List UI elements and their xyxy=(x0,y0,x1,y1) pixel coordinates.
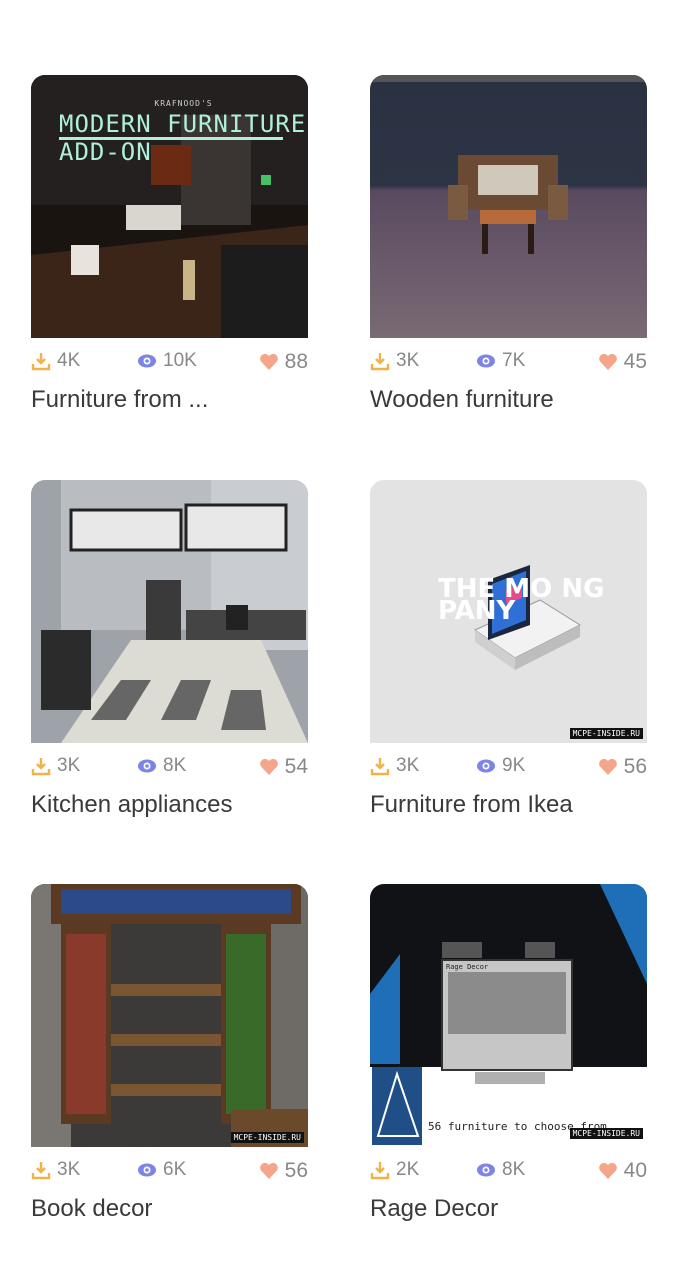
addon-title[interactable]: Furniture from Ikea xyxy=(370,791,647,819)
thumbnail[interactable] xyxy=(370,75,647,338)
likes-stat[interactable]: 54 xyxy=(259,755,308,779)
views-count: 8K xyxy=(502,1159,526,1180)
heart-icon[interactable] xyxy=(598,352,618,372)
likes-stat[interactable]: 45 xyxy=(598,350,647,374)
thumbnail-image xyxy=(31,480,308,743)
views-count: 6K xyxy=(163,1159,187,1180)
thumbnail-image xyxy=(370,884,647,1147)
downloads-stat: 2K xyxy=(370,1159,419,1181)
downloads-count: 3K xyxy=(396,350,420,371)
watermark: MCPE-INSIDE.RU xyxy=(569,1128,643,1139)
heart-icon[interactable] xyxy=(598,1161,618,1181)
views-count: 10K xyxy=(163,350,197,371)
watermark: MCPE-INSIDE.RU xyxy=(230,1132,304,1143)
views-stat: 8K xyxy=(137,755,186,777)
download-icon xyxy=(370,758,390,776)
watermark: MCPE-INSIDE.RU xyxy=(569,728,643,739)
stats-row: 3K 7K 45 xyxy=(370,338,647,378)
views-stat: 9K xyxy=(476,755,525,777)
downloads-count: 3K xyxy=(57,755,81,776)
thumbnail-brand: THE MO NG PANY xyxy=(438,574,605,626)
addon-card[interactable]: KRAFNOOD'S MODERN FURNITURE ADD-ON 4K 10… xyxy=(31,75,308,414)
addon-card[interactable]: 3K 8K 54 Kitchen appliances xyxy=(31,480,308,819)
eye-icon xyxy=(477,759,495,773)
thumbnail[interactable]: THE MO NG PANY MCPE-INSIDE.RU xyxy=(370,480,647,743)
addon-title[interactable]: Book decor xyxy=(31,1195,308,1223)
stats-row: 3K 9K 56 xyxy=(370,743,647,783)
likes-count: 56 xyxy=(623,755,647,778)
likes-count: 88 xyxy=(284,350,308,373)
eye-icon xyxy=(477,354,495,368)
likes-count: 54 xyxy=(284,755,308,778)
eye-icon xyxy=(138,354,156,368)
downloads-count: 2K xyxy=(396,1159,420,1180)
addon-title[interactable]: Furniture from ... xyxy=(31,386,308,414)
heart-icon[interactable] xyxy=(259,757,279,777)
likes-stat[interactable]: 40 xyxy=(598,1159,647,1183)
likes-count: 45 xyxy=(623,350,647,373)
download-icon xyxy=(31,758,51,776)
downloads-stat: 3K xyxy=(31,1159,80,1181)
stats-row: 2K 8K 40 xyxy=(370,1147,647,1187)
download-icon xyxy=(370,1162,390,1180)
likes-stat[interactable]: 56 xyxy=(259,1159,308,1183)
stats-row: 4K 10K 88 xyxy=(31,338,308,378)
downloads-count: 3K xyxy=(57,1159,81,1180)
addon-card[interactable]: THE MO NG PANY MCPE-INSIDE.RU 3K 9K 56 F… xyxy=(370,480,647,819)
thumbnail[interactable] xyxy=(31,480,308,743)
thumbnail[interactable]: Rage Decor 56 furniture to choose from..… xyxy=(370,884,647,1147)
likes-count: 56 xyxy=(284,1159,308,1182)
views-stat: 8K xyxy=(476,1159,525,1181)
likes-stat[interactable]: 56 xyxy=(598,755,647,779)
heart-icon[interactable] xyxy=(598,757,618,777)
eye-icon xyxy=(138,759,156,773)
downloads-count: 3K xyxy=(396,755,420,776)
addon-card[interactable]: MCPE-INSIDE.RU 3K 6K 56 Book decor xyxy=(31,884,308,1223)
thumbnail-image xyxy=(370,75,647,338)
addon-title[interactable]: Rage Decor xyxy=(370,1195,647,1223)
views-stat: 7K xyxy=(476,350,525,372)
likes-count: 40 xyxy=(623,1159,647,1182)
addon-title[interactable]: Kitchen appliances xyxy=(31,791,308,819)
stats-row: 3K 8K 54 xyxy=(31,743,308,783)
thumbnail-heading: KRAFNOOD'S MODERN FURNITURE ADD-ON xyxy=(59,99,307,166)
addon-card[interactable]: Rage Decor 56 furniture to choose from..… xyxy=(370,884,647,1223)
views-count: 7K xyxy=(502,350,526,371)
download-icon xyxy=(370,353,390,371)
panel-title: Rage Decor xyxy=(446,963,489,971)
downloads-stat: 3K xyxy=(31,755,80,777)
thumbnail-underline xyxy=(59,137,283,140)
eye-icon xyxy=(477,1163,495,1177)
thumbnail[interactable]: KRAFNOOD'S MODERN FURNITURE ADD-ON xyxy=(31,75,308,338)
views-count: 9K xyxy=(502,755,526,776)
downloads-count: 4K xyxy=(57,350,81,371)
addon-title[interactable]: Wooden furniture xyxy=(370,386,647,414)
heart-icon[interactable] xyxy=(259,352,279,372)
views-count: 8K xyxy=(163,755,187,776)
addon-card[interactable]: 3K 7K 45 Wooden furniture xyxy=(370,75,647,414)
likes-stat[interactable]: 88 xyxy=(259,350,308,374)
downloads-stat: 3K xyxy=(370,350,419,372)
views-stat: 6K xyxy=(137,1159,186,1181)
downloads-stat: 4K xyxy=(31,350,80,372)
thumbnail[interactable]: MCPE-INSIDE.RU xyxy=(31,884,308,1147)
stats-row: 3K 6K 56 xyxy=(31,1147,308,1187)
downloads-stat: 3K xyxy=(370,755,419,777)
eye-icon xyxy=(138,1163,156,1177)
download-icon xyxy=(31,1162,51,1180)
download-icon xyxy=(31,353,51,371)
addon-grid: KRAFNOOD'S MODERN FURNITURE ADD-ON 4K 10… xyxy=(0,0,693,1280)
heart-icon[interactable] xyxy=(259,1161,279,1181)
views-stat: 10K xyxy=(137,350,197,372)
thumbnail-image xyxy=(31,884,308,1147)
